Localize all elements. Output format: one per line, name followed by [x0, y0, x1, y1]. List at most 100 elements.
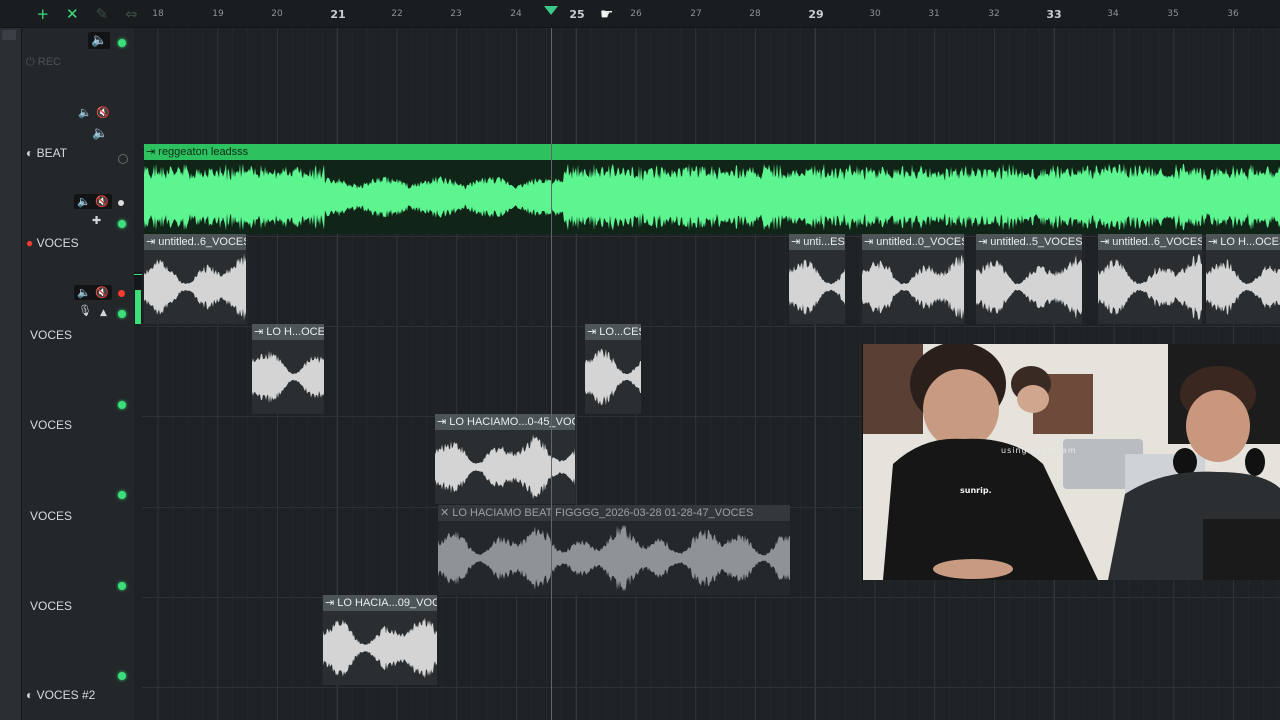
track-header-beat[interactable]: ◐ BEAT 🔈 🔇 ✚ [22, 144, 134, 234]
waveform-shape [144, 253, 246, 321]
ruler-tick: 19 [212, 9, 224, 19]
enable-led-icon[interactable] [118, 401, 126, 409]
clip-title: ⇥ untitled..5_VOCES [976, 234, 1082, 250]
enable-led-icon[interactable] [118, 582, 126, 590]
ruler-tick: 28 [749, 9, 761, 19]
level-meter [134, 272, 142, 324]
enable-led-icon[interactable] [118, 39, 126, 47]
audio-clip[interactable]: ⇥ unti...ES [789, 234, 845, 324]
waveform-shape [252, 350, 324, 404]
speaker-icon[interactable]: 🔈 [78, 106, 92, 119]
track-header-voces-5[interactable]: VOCES [22, 595, 134, 685]
audio-clip[interactable]: ⇥ untitled..5_VOCES [976, 234, 1082, 324]
input-icon[interactable]: 🔈 [92, 126, 108, 141]
enable-led-icon[interactable] [118, 220, 126, 228]
track-name-text: REC [37, 56, 61, 68]
audio-clip[interactable]: ⇥ LO HACIAMO...0-45_VOCES [435, 414, 575, 504]
ruler-tick: 32 [988, 9, 1000, 19]
webcam-caption: using droidcam [1001, 446, 1077, 455]
speaker-icon[interactable]: 🔈 [88, 32, 111, 49]
track-name-text: BEAT [36, 146, 68, 160]
clip-title-text: LO...CES [599, 326, 641, 338]
panel-notch[interactable] [2, 30, 16, 40]
mute-icon[interactable]: 🔇 [92, 285, 112, 300]
track-headers: 🔈 ⏻ REC 🔈 🔇 🔈 ◐ BEAT 🔈 🔇 ✚ ● VOCES 🔈 🔇 � [22, 28, 134, 720]
enable-led-icon[interactable] [118, 310, 126, 318]
enable-led-icon[interactable] [118, 672, 126, 680]
mic-icon[interactable]: 🎙 [78, 304, 92, 317]
track-name: ● VOCES [26, 236, 79, 250]
timeline-ruler[interactable]: 18 19 20 21 22 23 24 25 26 27 28 29 30 3… [142, 0, 1280, 28]
waveform [144, 253, 246, 321]
playhead-marker[interactable] [544, 6, 558, 15]
audio-clip[interactable]: ⇥ LO...CES [585, 324, 641, 414]
waveform-shape [1206, 259, 1280, 315]
x-icon[interactable]: ✕ [62, 6, 84, 22]
track-header-voces-1[interactable]: ● VOCES 🔈 🔇 🎙 ▲ [22, 234, 134, 324]
waveform [976, 254, 1082, 320]
ruler-tick: 31 [928, 9, 940, 19]
waveform-shape [862, 254, 964, 320]
speaker-icon[interactable]: 🔈 [74, 285, 94, 300]
waveform-shape [585, 348, 641, 406]
clip-title: ⇥ reggeaton leadsss [144, 144, 1280, 160]
track-name-text: VOCES [36, 236, 79, 250]
track-header-rec[interactable]: ⏻ REC 🔈 🔇 🔈 [22, 54, 134, 164]
track-name: VOCES [30, 599, 73, 613]
ruler-tick: 26 [630, 9, 642, 19]
ruler-bar-tick: 29 [808, 8, 824, 21]
clip-title-text: LO HACIAMO...0-45_VOCES [449, 416, 575, 428]
clip-title-text: untitled..0_VOCES [876, 236, 964, 248]
audio-clip-muted[interactable]: ✕ LO HACIAMO BEAT FIGGGG_2026-03-28 01-2… [438, 505, 790, 595]
plus-icon[interactable]: + [32, 6, 54, 22]
track-name: VOCES [30, 418, 73, 432]
ruler-bar-tick: 33 [1046, 8, 1062, 21]
speaker-icon[interactable]: 🔈 [74, 194, 94, 209]
daw-window: + ✕ ✎ ⇔ 18 19 20 21 22 23 24 25 26 27 28… [0, 0, 1280, 720]
clip-title: ⇥ LO H...OCES [252, 324, 324, 340]
clip-title: ⇥ LO...CES [585, 324, 641, 340]
waveform [435, 434, 575, 500]
track-name: ⏻ REC [26, 56, 61, 68]
track-header-voces-4[interactable]: VOCES [22, 505, 134, 595]
pan-icon[interactable]: ✚ [92, 214, 101, 227]
ruler-tick: 20 [271, 9, 283, 19]
clip-title: ✕ LO HACIAMO BEAT FIGGGG_2026-03-28 01-2… [438, 505, 790, 521]
ruler-tick: 22 [391, 9, 403, 19]
clip-title-text: LO H...OCES [266, 326, 324, 338]
waveform-shape [144, 163, 1280, 231]
audio-clip[interactable]: ⇥ LO H...OCES [1206, 234, 1280, 324]
clip-title-text: LO HACIAMO BEAT FIGGGG_2026-03-28 01-28-… [452, 507, 754, 519]
mute-icon[interactable]: 🔇 [92, 194, 112, 209]
clip-title-text: reggeaton leadsss [158, 146, 249, 158]
clip-title: ⇥ LO H...OCES [1206, 234, 1280, 250]
ruler-bar-tick: 25 [569, 8, 585, 21]
collapse-icon[interactable]: ▲ [100, 308, 107, 318]
audio-clip[interactable]: ⇥ untitled..0_VOCES [862, 234, 964, 324]
tshirt-print: sunrip. [960, 486, 992, 495]
waveform-shape [789, 259, 845, 315]
mute-icon[interactable]: 🔇 [96, 106, 110, 119]
pencil-icon[interactable]: ✎ [91, 6, 113, 22]
waveform-shape [976, 254, 1082, 320]
track-header-voces-6[interactable]: ◐ VOCES #2 [22, 685, 134, 720]
track-header-voces-2[interactable]: VOCES [22, 324, 134, 414]
ruler-tick: 18 [152, 9, 164, 19]
clip-title: ⇥ LO HACIAMO...0-45_VOCES [435, 414, 575, 430]
enable-led-icon[interactable] [118, 491, 126, 499]
playlist-toolbar: + ✕ ✎ ⇔ [22, 0, 142, 28]
audio-clip[interactable]: ⇥ untitled..6_VOCES [1098, 234, 1202, 324]
audio-clip[interactable]: ⇥ LO HACIA...09_VOCES [323, 595, 437, 685]
stretch-icon[interactable]: ⇔ [121, 6, 143, 22]
solo-dot-icon[interactable] [118, 200, 124, 206]
clip-title-text: LO HACIA...09_VOCES [337, 597, 437, 609]
ruler-tick: 35 [1167, 9, 1179, 19]
audio-clip[interactable]: ⇥ LO H...OCES [252, 324, 324, 414]
audio-clip[interactable]: ⇥ untitled..6_VOCES [144, 234, 246, 324]
record-armed-icon[interactable] [118, 290, 125, 297]
track-header-voces-3[interactable]: VOCES [22, 414, 134, 504]
playhead-line [551, 28, 552, 720]
track-name: ◐ VOCES #2 [26, 688, 96, 702]
audio-clip-beat[interactable]: ⇥ reggeaton leadsss [144, 144, 1280, 234]
clip-title-text: unti...ES [803, 236, 845, 248]
